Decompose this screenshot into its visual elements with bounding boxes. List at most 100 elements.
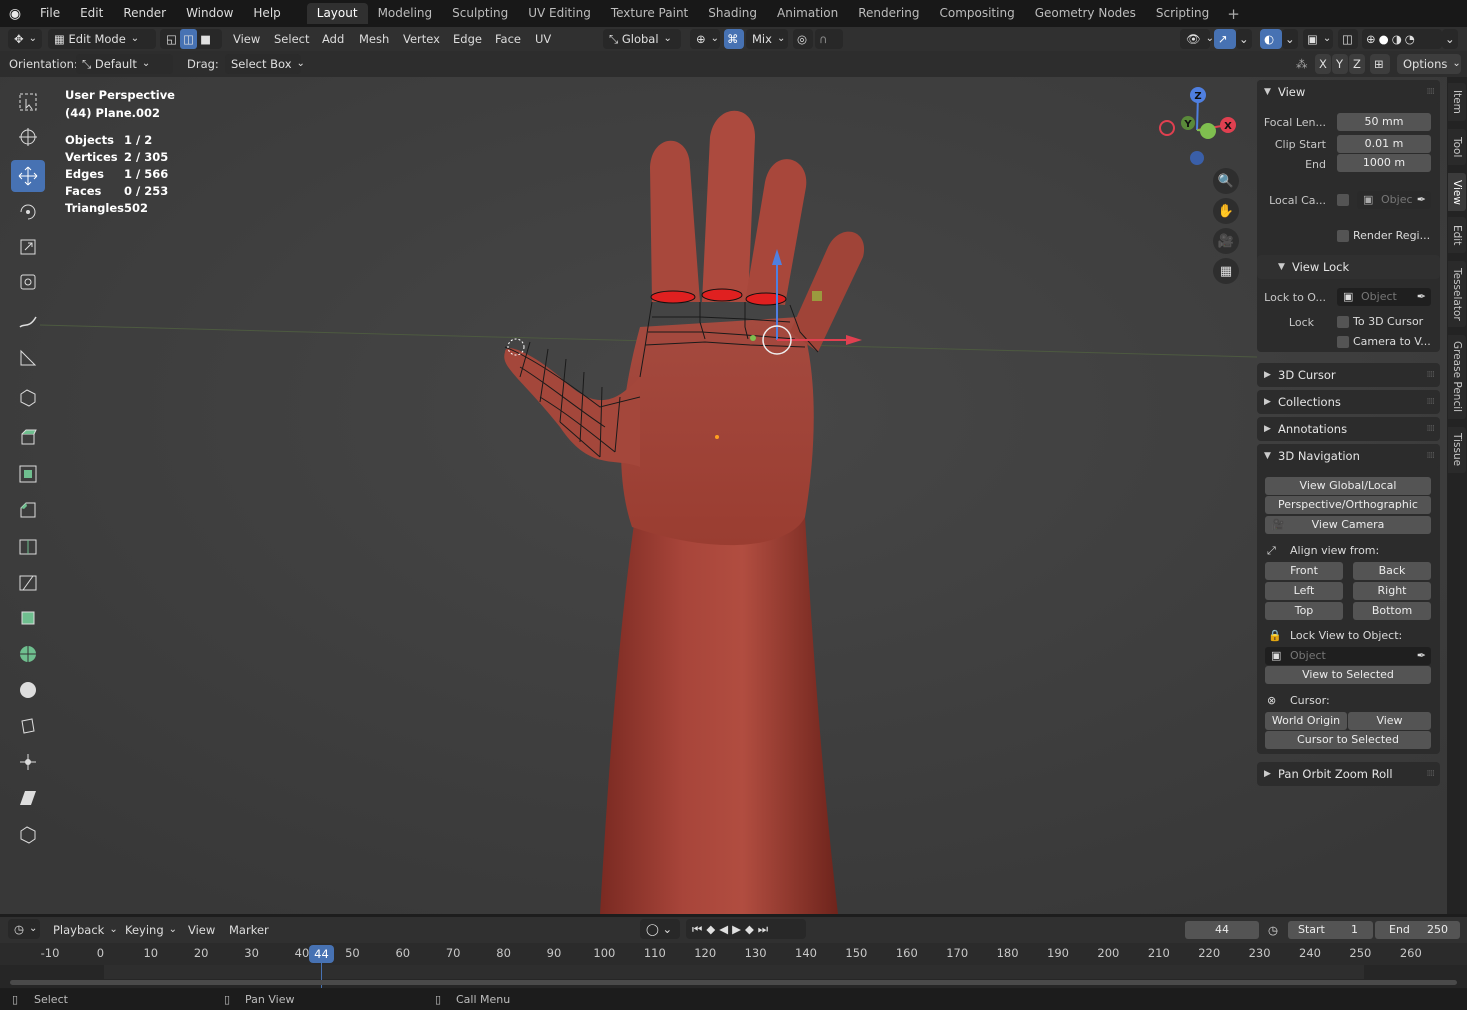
visibility-icon[interactable]: 👁 xyxy=(1180,29,1210,49)
header-menu-face[interactable]: Face xyxy=(495,27,521,51)
extrude-region-tool[interactable] xyxy=(11,421,45,453)
mode-select[interactable]: ▦ Edit Mode xyxy=(48,29,156,49)
menu-edit[interactable]: Edit xyxy=(70,0,113,27)
grip-icon[interactable]: ⁞⁞⁞⁞ xyxy=(1427,417,1436,441)
snap-mode-select[interactable]: Mix xyxy=(746,29,788,49)
collections-section-header[interactable]: ▶ Collections ⁞⁞⁞⁞ xyxy=(1257,390,1440,414)
edge-slide-tool[interactable] xyxy=(11,710,45,742)
material-shading-icon[interactable]: ◑ xyxy=(1392,32,1405,46)
middle-cap-selected[interactable] xyxy=(701,288,743,302)
transform-tool[interactable] xyxy=(11,266,45,298)
solid-shading-icon[interactable]: ● xyxy=(1379,32,1392,46)
align-back-button[interactable]: Back xyxy=(1353,562,1431,580)
tab-geometry-nodes[interactable]: Geometry Nodes xyxy=(1025,3,1146,24)
vertex-select-icon[interactable]: ◱ xyxy=(163,29,180,49)
spin-tool[interactable] xyxy=(11,638,45,670)
smooth-tool[interactable] xyxy=(11,674,45,706)
clip-end-field[interactable]: 1000 m xyxy=(1337,154,1431,172)
auto-keying-icon[interactable]: ◯ ⌄ xyxy=(640,919,680,939)
grip-icon[interactable]: ⁞⁞⁞⁞ xyxy=(1427,80,1436,104)
tab-texture-paint[interactable]: Texture Paint xyxy=(601,3,698,24)
snap-toggle-icon[interactable]: ⌘ xyxy=(724,29,744,49)
gizmo-y-ball[interactable] xyxy=(1200,123,1216,139)
render-region-checkbox[interactable] xyxy=(1337,230,1349,242)
inset-faces-tool[interactable] xyxy=(11,458,45,490)
xray-toggle-icon[interactable]: ◫ xyxy=(1338,29,1358,49)
cursor-to-selected-button[interactable]: Cursor to Selected xyxy=(1265,731,1431,749)
zoom-icon[interactable]: 🔍 xyxy=(1213,168,1239,194)
view-to-selected-button[interactable]: View to Selected xyxy=(1265,666,1431,684)
add-cube-tool[interactable] xyxy=(11,381,45,413)
timeline-area[interactable]: -10 0 10 20 30 40 50 60 70 80 90 100 110 120 130 140 150… xyxy=(0,943,1467,988)
tab-view[interactable]: View xyxy=(1448,173,1466,211)
lock-view-object-field[interactable]: Object ▣ ✒ xyxy=(1265,647,1431,665)
lock-to-object-field[interactable]: Object ▣ ✒ xyxy=(1337,288,1431,306)
local-camera-object-field[interactable]: Objec ▣ ✒ xyxy=(1357,191,1431,209)
header-menu-vertex[interactable]: Vertex xyxy=(403,27,440,51)
options-dropdown[interactable]: Options xyxy=(1397,54,1461,74)
menu-render[interactable]: Render xyxy=(113,0,176,27)
tab-grease-pencil[interactable]: Grease Pencil xyxy=(1448,335,1466,419)
mirror-z-toggle[interactable]: Z xyxy=(1349,54,1365,74)
align-right-button[interactable]: Right xyxy=(1353,582,1431,600)
world-origin-button[interactable]: World Origin xyxy=(1265,712,1347,730)
view-camera-button[interactable]: 🎥 View Camera xyxy=(1265,516,1431,534)
tab-shading[interactable]: Shading xyxy=(698,3,767,24)
jump-start-icon[interactable]: ⏮ xyxy=(692,922,706,936)
annotate-tool[interactable] xyxy=(11,306,45,338)
ortho-grid-icon[interactable]: ▦ xyxy=(1213,258,1239,284)
3d-navigation-header[interactable]: ▼ 3D Navigation ⁞⁞⁞⁞ xyxy=(1257,444,1440,468)
orientation-select[interactable]: ⤡ Default xyxy=(76,54,173,74)
to-3d-cursor-checkbox[interactable] xyxy=(1337,316,1349,328)
perspective-orthographic-button[interactable]: Perspective/Orthographic xyxy=(1265,496,1431,514)
mirror-y-toggle[interactable]: Y xyxy=(1332,54,1348,74)
shading-mode-group[interactable]: ⊕●◑◔ xyxy=(1362,29,1442,49)
camera-view-icon[interactable]: 🎥 xyxy=(1213,228,1239,254)
end-frame-field[interactable]: End 250 xyxy=(1375,921,1460,939)
current-frame-field[interactable]: 44 xyxy=(1185,921,1259,939)
knife-tool[interactable] xyxy=(11,566,45,598)
wireframe-shading-icon[interactable]: ⊕ xyxy=(1366,32,1379,46)
eyedropper-icon[interactable]: ✒ xyxy=(1417,288,1426,306)
pan-hand-icon[interactable]: ✋ xyxy=(1213,198,1239,224)
mesh-overlay-icon[interactable]: ▣ xyxy=(1303,29,1333,49)
tab-tissue[interactable]: Tissue xyxy=(1448,427,1466,473)
drag-select[interactable]: Select Box xyxy=(225,54,301,74)
rip-region-tool[interactable] xyxy=(11,818,45,850)
tab-scripting[interactable]: Scripting xyxy=(1146,3,1219,24)
clip-start-field[interactable]: 0.01 m xyxy=(1337,135,1431,153)
timeline-editor-type-icon[interactable]: ◷ xyxy=(8,919,40,939)
camera-to-view-checkbox[interactable] xyxy=(1337,336,1349,348)
header-menu-add[interactable]: Add xyxy=(322,27,344,51)
forearm-mesh[interactable] xyxy=(600,517,838,914)
view-lock-header[interactable]: ▼ View Lock xyxy=(1257,255,1440,279)
jump-end-icon[interactable]: ⏭ xyxy=(758,922,772,936)
grip-icon[interactable]: ⁞⁞⁞⁞ xyxy=(1427,762,1436,786)
pan-orbit-zoom-roll-header[interactable]: ▶ Pan Orbit Zoom Roll ⁞⁞⁞⁞ xyxy=(1257,762,1440,786)
next-keyframe-icon[interactable]: ◆ xyxy=(745,922,758,936)
proportional-edit-icon[interactable]: ◎ xyxy=(793,29,813,49)
header-menu-select[interactable]: Select xyxy=(274,27,309,51)
mirror-icon[interactable]: ⁂ xyxy=(1296,52,1308,76)
align-left-button[interactable]: Left xyxy=(1265,582,1343,600)
menu-file[interactable]: File xyxy=(30,0,70,27)
middle-finger-mesh[interactable] xyxy=(702,110,755,302)
timeline-menu-keying[interactable]: Keying xyxy=(125,918,177,942)
menu-window[interactable]: Window xyxy=(176,0,243,27)
header-menu-mesh[interactable]: Mesh xyxy=(359,27,389,51)
cursor-tool[interactable] xyxy=(11,121,45,153)
bevel-tool[interactable] xyxy=(11,494,45,526)
start-frame-field[interactable]: Start 1 xyxy=(1288,921,1373,939)
gizmo-plane-handle[interactable] xyxy=(812,291,822,301)
navigation-gizmo[interactable]: Z X Y xyxy=(1155,85,1240,175)
overlay-toggle-icon[interactable]: ◐ xyxy=(1260,29,1282,49)
cursor-view-button[interactable]: View xyxy=(1348,712,1431,730)
mirror-x-toggle[interactable]: X xyxy=(1315,54,1331,74)
shrink-fatten-tool[interactable] xyxy=(11,746,45,778)
blender-logo-icon[interactable]: ◉ xyxy=(0,6,30,22)
annotations-section-header[interactable]: ▶ Annotations ⁞⁞⁞⁞ xyxy=(1257,417,1440,441)
3d-cursor-section-header[interactable]: ▶ 3D Cursor ⁞⁞⁞⁞ xyxy=(1257,363,1440,387)
view-section-header[interactable]: ▼ View ⁞⁞⁞⁞ xyxy=(1257,80,1440,104)
align-front-button[interactable]: Front xyxy=(1265,562,1343,580)
align-top-button[interactable]: Top xyxy=(1265,602,1343,620)
